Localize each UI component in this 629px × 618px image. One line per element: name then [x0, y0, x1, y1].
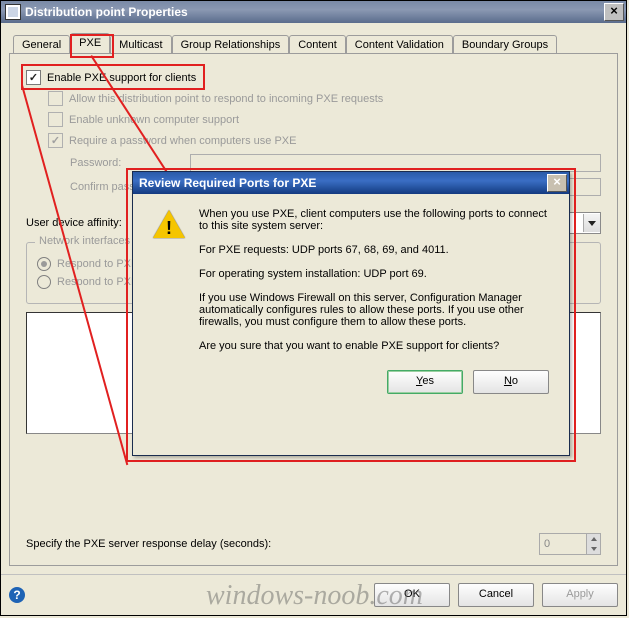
- warning-icon: [153, 210, 185, 242]
- checkbox-allow-respond: [48, 91, 63, 106]
- spinner-up-icon: [586, 534, 600, 544]
- radio-respond-specific: [37, 275, 51, 289]
- group-label-network-interfaces: Network interfaces: [35, 235, 134, 247]
- spinner-down-icon: [586, 544, 600, 554]
- button-bar: ? OK Cancel Apply: [1, 574, 626, 615]
- modal-titlebar: Review Required Ports for PXE ×: [133, 172, 569, 194]
- highlight-enable-pxe-checkbox: [21, 64, 205, 90]
- tab-group-relationships[interactable]: Group Relationships: [172, 35, 290, 54]
- tab-general[interactable]: General: [13, 35, 70, 54]
- label-delay: Specify the PXE server response delay (s…: [26, 538, 539, 550]
- checkbox-enable-unknown: [48, 112, 63, 127]
- modal-close-button[interactable]: ×: [547, 174, 567, 192]
- modal-p1: When you use PXE, client computers use t…: [199, 208, 549, 232]
- window-close-button[interactable]: ×: [604, 3, 624, 21]
- help-icon[interactable]: ?: [9, 587, 25, 603]
- apply-button: Apply: [542, 583, 618, 607]
- modal-text: When you use PXE, client computers use t…: [199, 208, 549, 364]
- spinner-delay: 0: [539, 533, 601, 555]
- tab-multicast[interactable]: Multicast: [110, 35, 171, 54]
- cancel-button[interactable]: Cancel: [458, 583, 534, 607]
- tab-content[interactable]: Content: [289, 35, 346, 54]
- modal-review-ports: Review Required Ports for PXE × When you…: [132, 171, 570, 456]
- modal-title: Review Required Ports for PXE: [139, 176, 547, 190]
- yes-button[interactable]: Yes: [387, 370, 463, 394]
- chevron-down-icon: [583, 214, 600, 232]
- radio-respond-all: [37, 257, 51, 271]
- window-title: Distribution point Properties: [25, 5, 604, 19]
- label-require-password: Require a password when computers use PX…: [69, 135, 296, 147]
- tab-boundary-groups[interactable]: Boundary Groups: [453, 35, 557, 54]
- titlebar: Distribution point Properties ×: [1, 1, 626, 23]
- ok-button[interactable]: OK: [374, 583, 450, 607]
- modal-p5: Are you sure that you want to enable PXE…: [199, 340, 549, 352]
- modal-p4: If you use Windows Firewall on this serv…: [199, 292, 549, 328]
- window-icon: [5, 4, 21, 20]
- no-button[interactable]: No: [473, 370, 549, 394]
- tab-content-validation[interactable]: Content Validation: [346, 35, 453, 54]
- modal-p3: For operating system installation: UDP p…: [199, 268, 549, 280]
- modal-p2: For PXE requests: UDP ports 67, 68, 69, …: [199, 244, 549, 256]
- checkbox-require-password: [48, 133, 63, 148]
- spinner-delay-value: 0: [540, 538, 586, 550]
- label-enable-unknown: Enable unknown computer support: [69, 114, 239, 126]
